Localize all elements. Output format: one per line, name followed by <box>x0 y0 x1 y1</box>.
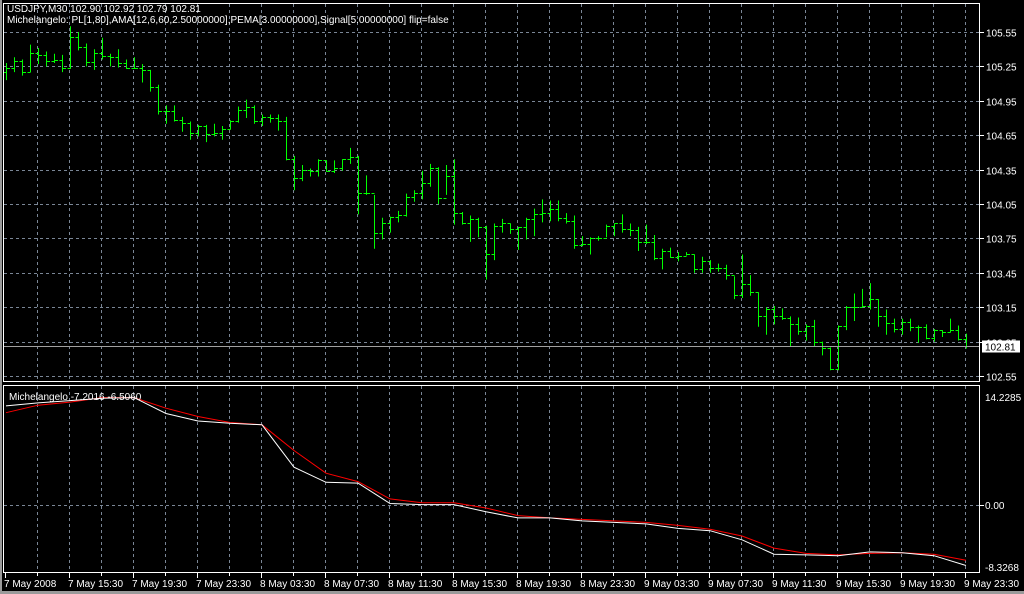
indicator-axis-label: -8.3268 <box>985 563 1019 574</box>
indicator-panel-label: Michelangelo -7.2016 -6.5060 <box>9 392 142 403</box>
indicator-params-line: Michelangelo: PL[1,80],AMA[12,6,60,2.500… <box>7 15 449 26</box>
price-axis-label: 104.65 <box>986 132 1017 143</box>
time-axis-label: 9 May 23:30 <box>964 579 1019 590</box>
time-axis-label: 7 May 2008 <box>4 579 57 590</box>
indicator-axis-label: 14.2285 <box>985 393 1022 404</box>
time-axis-label: 8 May 15:30 <box>452 579 507 590</box>
current-price-label: 102.81 <box>985 343 1016 354</box>
time-axis-label: 8 May 23:30 <box>580 579 635 590</box>
time-axis-label: 8 May 19:30 <box>516 579 571 590</box>
metatrader-chart: 105.55 105.25 104.95 104.65 104.35 104.05 103.… <box>0 0 1024 594</box>
time-axis-label: 7 May 15:30 <box>68 579 123 590</box>
time-axis-label: 8 May 07:30 <box>324 579 379 590</box>
time-axis-label: 7 May 19:30 <box>132 579 187 590</box>
time-axis-label: 9 May 19:30 <box>900 579 955 590</box>
time-axis-label: 9 May 07:30 <box>708 579 763 590</box>
price-axis-label: 103.15 <box>986 304 1017 315</box>
time-axis-label: 9 May 11:30 <box>772 579 827 590</box>
time-axis-label: 8 May 11:30 <box>388 579 443 590</box>
price-axis-label: 103.75 <box>986 235 1017 246</box>
price-axis-label: 103.45 <box>986 270 1017 281</box>
price-axis-label: 105.25 <box>986 63 1017 74</box>
time-axis-label: 8 May 03:30 <box>260 579 315 590</box>
time-axis-label: 9 May 15:30 <box>836 579 891 590</box>
price-axis-label: 104.95 <box>986 98 1017 109</box>
time-axis-label: 7 May 23:30 <box>196 579 251 590</box>
price-axis-label: 104.05 <box>986 201 1017 212</box>
price-axis-label: 104.35 <box>986 167 1017 178</box>
price-axis-label: 105.55 <box>986 29 1017 40</box>
indicator-axis-label: 0.00 <box>985 501 1005 512</box>
symbol-info-line: USDJPY,M30 102.90 102.92 102.79 102.81 <box>7 4 201 15</box>
time-axis-label: 9 May 03:30 <box>644 579 699 590</box>
price-axis-label: 102.55 <box>986 373 1017 384</box>
window-left-border <box>0 0 2 594</box>
